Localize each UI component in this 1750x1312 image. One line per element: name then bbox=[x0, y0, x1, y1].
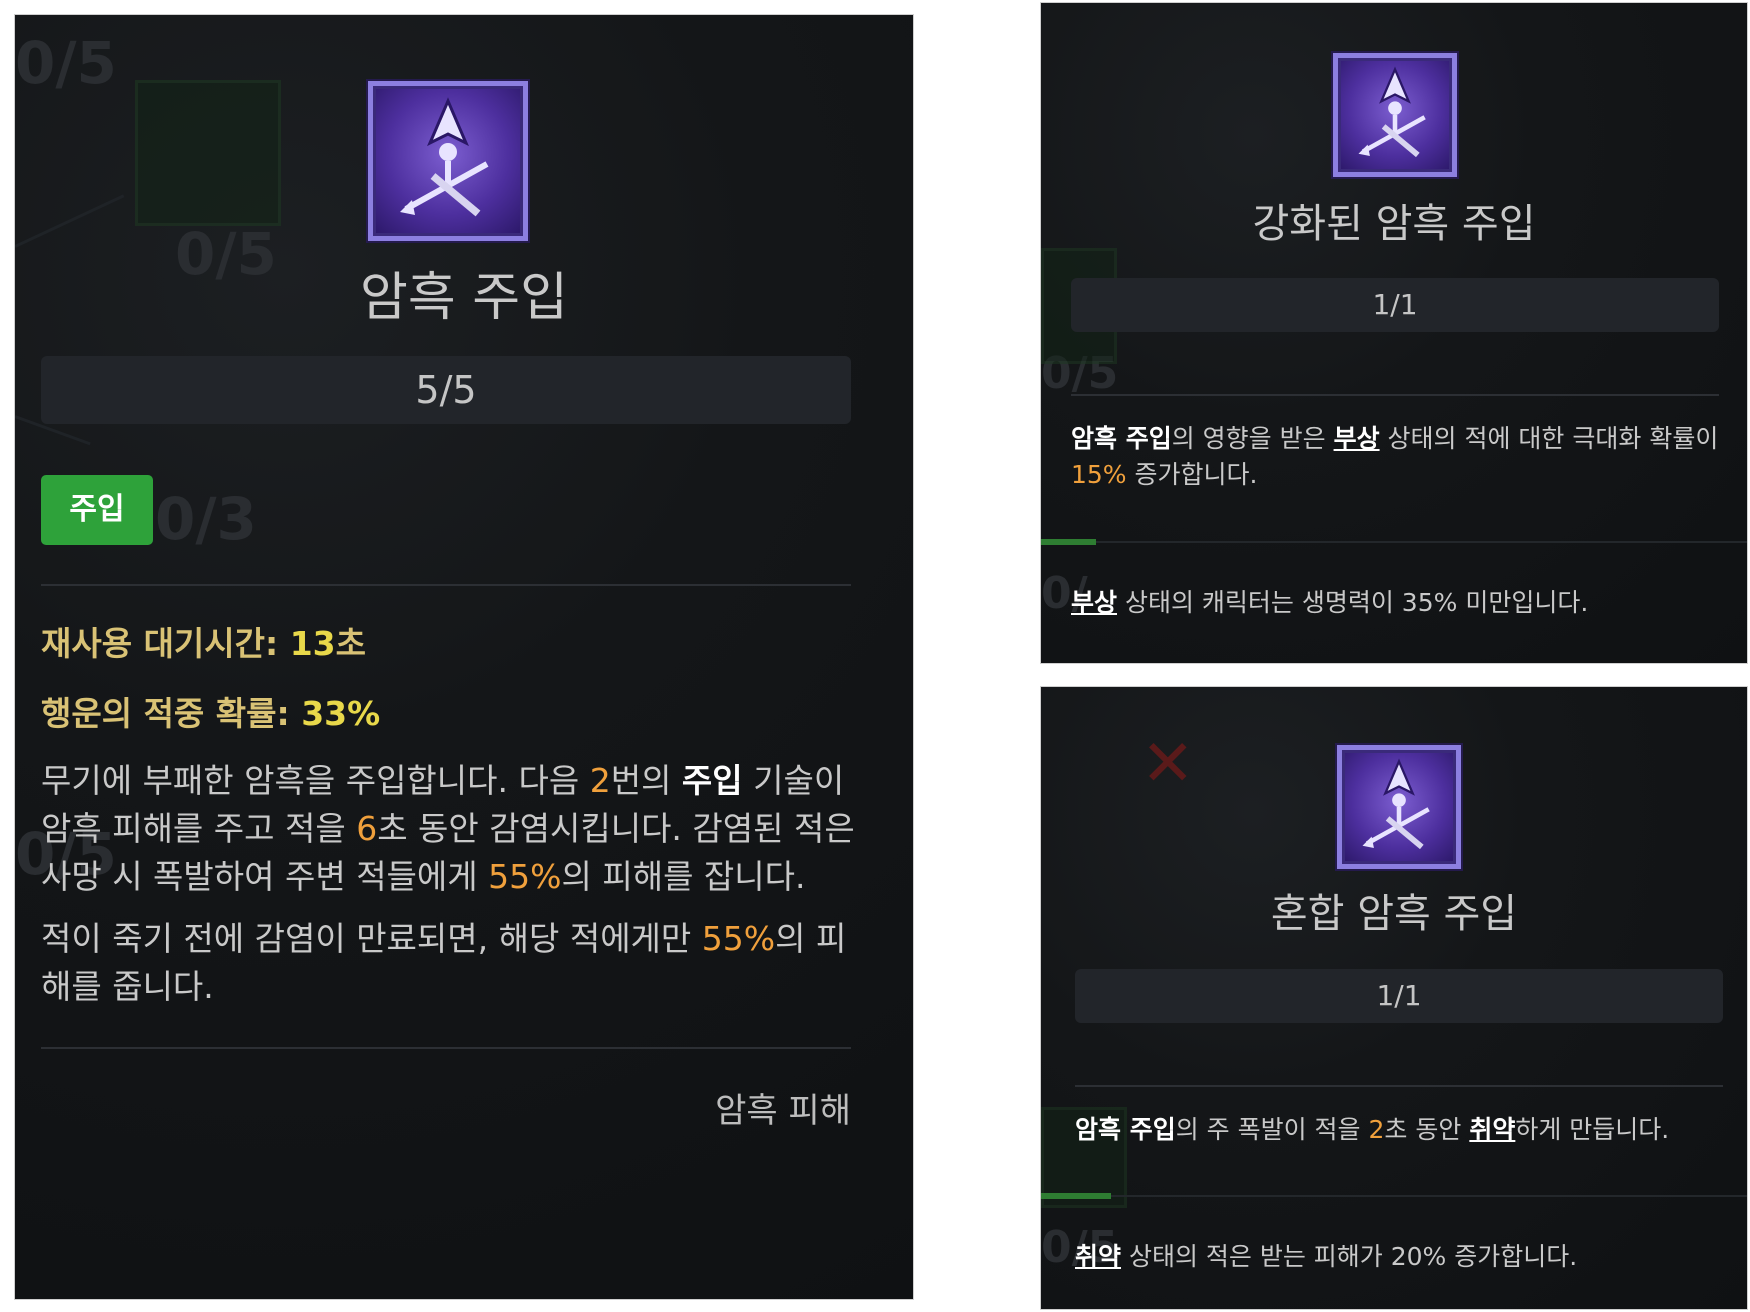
section-divider bbox=[41, 584, 851, 586]
upgrade-description: 암흑 주입의 영향을 받은 부상 상태의 적에 대한 극대화 확률이 15% 증… bbox=[1071, 421, 1731, 494]
desc-value: 2 bbox=[589, 761, 611, 800]
bg-rank-counter: 0/5 bbox=[15, 29, 117, 97]
desc-text: 상태의 캐릭터는 생명력이 35% 미만입니다. bbox=[1117, 588, 1589, 617]
bg-node-highlight bbox=[1041, 539, 1096, 545]
skill-rank-bar: 1/1 bbox=[1071, 278, 1719, 332]
section-divider bbox=[1041, 541, 1747, 543]
skill-rank-bar: 1/1 bbox=[1075, 969, 1723, 1023]
skill-description-secondary: 적이 죽기 전에 감염이 만료되면, 해당 적에게만 55%의 피해를 줍니다. bbox=[41, 915, 861, 1011]
keyword-link-vulnerable[interactable]: 취약 bbox=[1469, 1115, 1515, 1144]
desc-text: 번의 bbox=[610, 761, 682, 800]
desc-text: 상태의 적에 대한 극대화 확률이 bbox=[1379, 424, 1719, 453]
skill-tag-imbuement: 주입 bbox=[41, 475, 153, 545]
desc-keyword: 암흑 주입 bbox=[1075, 1115, 1176, 1144]
keyword-injured: 부상 bbox=[1071, 588, 1118, 617]
desc-text: 의 영향을 받은 bbox=[1171, 424, 1334, 453]
section-divider bbox=[1075, 1085, 1723, 1087]
desc-keyword: 주입 bbox=[681, 761, 743, 800]
shadow-imbuement-icon bbox=[368, 81, 528, 241]
keyword-vulnerable: 취약 bbox=[1075, 1242, 1122, 1271]
skill-description: 무기에 부패한 암흑을 주입합니다. 다음 2번의 주입 기술이 암흑 피해를 … bbox=[41, 757, 861, 901]
tooltip-panel-mixed-shadow-imbuement: 0/5 ✕ 혼합 암흑 주입 1/1 암흑 주입의 주 폭발이 적을 2초 동안… bbox=[1040, 686, 1748, 1310]
section-divider bbox=[1041, 1195, 1747, 1197]
cooldown-label: 재사용 대기시간: bbox=[41, 624, 279, 663]
shadow-imbuement-icon bbox=[1337, 745, 1461, 869]
desc-text: 무기에 부패한 암흑을 주입합니다. 다음 bbox=[41, 761, 590, 800]
desc-text: 적이 죽기 전에 감염이 만료되면, 해당 적에게만 bbox=[41, 919, 702, 958]
desc-value: 6 bbox=[356, 808, 378, 848]
keyword-note: 부상 상태의 캐릭터는 생명력이 35% 미만입니다. bbox=[1071, 585, 1731, 621]
cooldown-unit: 초 bbox=[335, 624, 367, 663]
desc-value: 55% bbox=[701, 919, 776, 958]
desc-value: 55% bbox=[488, 856, 562, 896]
bg-skill-node bbox=[135, 80, 281, 226]
desc-value: 2 bbox=[1368, 1115, 1385, 1144]
keyword-note: 취약 상태의 적은 받는 피해가 20% 증가합니다. bbox=[1075, 1239, 1735, 1275]
skill-tree-line bbox=[15, 194, 125, 248]
desc-text: 증가합니다. bbox=[1126, 460, 1258, 490]
bg-node-highlight bbox=[1041, 1193, 1111, 1199]
desc-text: 의 피해를 잡니다. bbox=[561, 856, 806, 896]
damage-type-label: 암흑 피해 bbox=[715, 1091, 851, 1131]
section-divider bbox=[41, 1047, 851, 1049]
upgrade-description: 암흑 주입의 주 폭발이 적을 2초 동안 취약하게 만듭니다. bbox=[1075, 1112, 1735, 1148]
bg-rank-counter: 0/3 bbox=[155, 485, 257, 553]
cooldown-value: 13 bbox=[289, 624, 336, 663]
tooltip-panel-shadow-imbuement: 0/5 0/5 0/3 0/5 암흑 주입 5/5 주입 재사용 대기시간: 1… bbox=[14, 14, 914, 1300]
section-divider bbox=[1071, 394, 1719, 396]
lucky-hit-label: 행운의 적중 확률: bbox=[41, 694, 290, 733]
desc-keyword: 암흑 주입 bbox=[1071, 424, 1172, 453]
desc-text: 하게 만듭니다. bbox=[1515, 1115, 1670, 1144]
lucky-hit-stat: 행운의 적중 확률: 33% bbox=[41, 687, 380, 735]
desc-text: 의 주 폭발이 적을 bbox=[1175, 1115, 1369, 1144]
skill-title: 암흑 주입 bbox=[360, 268, 568, 328]
bg-x-mark: ✕ bbox=[1141, 727, 1195, 801]
desc-value: 15% bbox=[1071, 460, 1127, 490]
skill-title: 혼합 암흑 주입 bbox=[1270, 891, 1518, 937]
skill-rank-bar: 5/5 bbox=[41, 356, 851, 424]
desc-text: 상태의 적은 받는 피해가 20% 증가합니다. bbox=[1121, 1242, 1578, 1271]
skill-title: 강화된 암흑 주입 bbox=[1252, 201, 1536, 247]
cooldown-stat: 재사용 대기시간: 13초 bbox=[41, 617, 366, 665]
shadow-imbuement-icon bbox=[1333, 53, 1457, 177]
keyword-link-injured[interactable]: 부상 bbox=[1334, 424, 1380, 453]
lucky-hit-value: 33% bbox=[301, 694, 381, 733]
desc-text: 초 동안 bbox=[1384, 1115, 1470, 1144]
tooltip-panel-enhanced-shadow-imbuement: 0/5 0/ 강화된 암흑 주입 1/1 암흑 주입의 영향을 받은 부상 상태… bbox=[1040, 2, 1748, 664]
